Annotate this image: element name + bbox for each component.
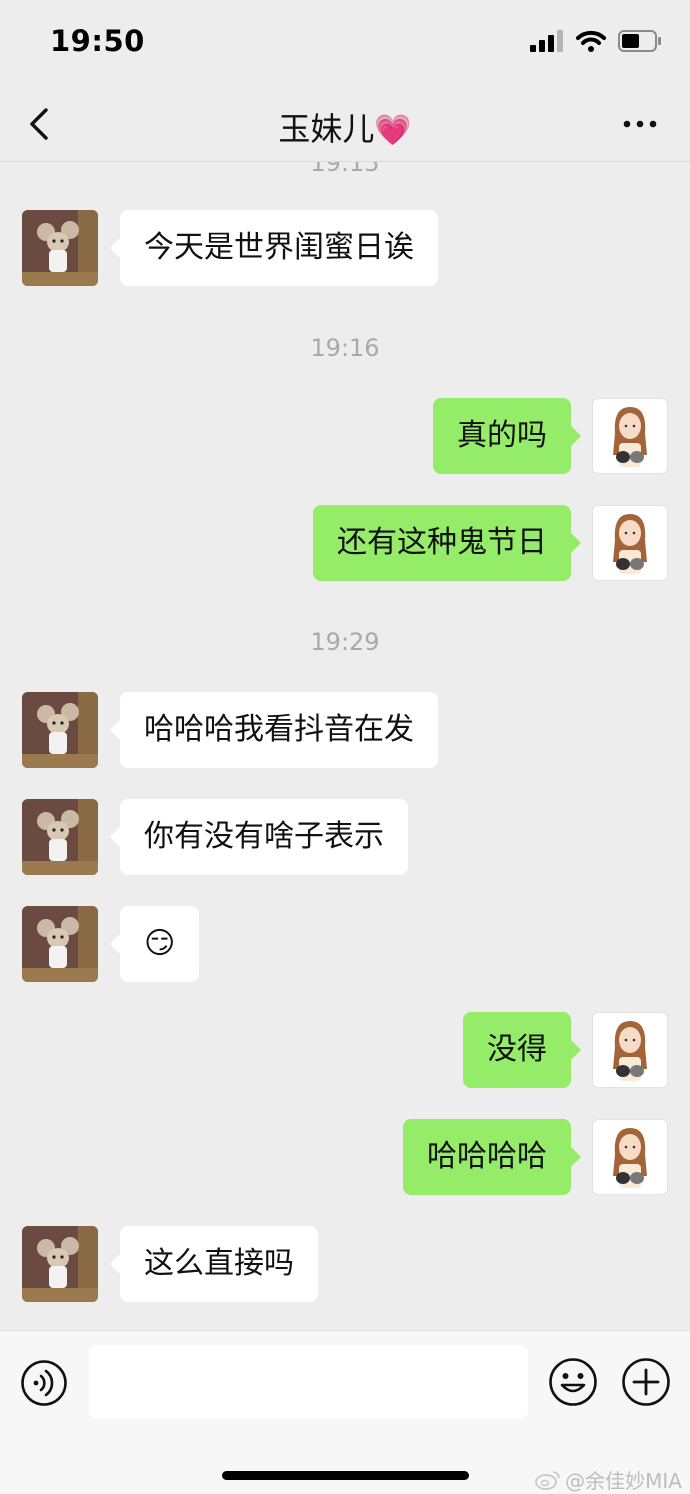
status-time: 19:50 xyxy=(50,24,145,58)
emoji-icon[interactable] xyxy=(548,1357,598,1407)
message-bubble-sent[interactable]: 没得 xyxy=(463,1012,581,1088)
signal-icon xyxy=(530,30,563,52)
mouse-avatar-icon xyxy=(22,1226,98,1302)
message-bubble-received[interactable]: 这么直接吗 xyxy=(110,1226,318,1302)
home-indicator[interactable] xyxy=(222,1471,469,1480)
message-bubble-sent[interactable]: 真的吗 xyxy=(433,398,581,474)
contact-avatar[interactable] xyxy=(22,692,98,768)
mouse-avatar-icon xyxy=(22,906,98,982)
girl-avatar-icon xyxy=(613,407,647,467)
mouse-avatar-icon xyxy=(22,692,98,768)
message-bubble-received[interactable]: 哈哈哈我看抖音在发 xyxy=(110,692,438,768)
message-bubble-sent[interactable]: 哈哈哈哈 xyxy=(403,1119,581,1195)
plus-icon[interactable] xyxy=(621,1357,671,1407)
heart-emoji: 💗 xyxy=(374,113,412,148)
contact-avatar[interactable] xyxy=(22,1226,98,1302)
my-avatar[interactable] xyxy=(592,398,668,474)
voice-input-icon[interactable] xyxy=(20,1359,68,1407)
my-avatar[interactable] xyxy=(592,505,668,581)
battery-icon xyxy=(618,30,661,52)
status-bar: 19:50 xyxy=(0,0,690,86)
weibo-logo-icon xyxy=(535,1470,560,1490)
girl-avatar-icon xyxy=(613,1021,647,1081)
contact-name: 玉妹儿 xyxy=(278,110,375,148)
input-bar: @余佳妙MIA xyxy=(0,1330,690,1494)
contact-avatar[interactable] xyxy=(22,799,98,875)
contact-avatar[interactable] xyxy=(22,210,98,286)
watermark: @余佳妙MIA xyxy=(535,1465,682,1494)
message-bubble-sent[interactable]: 还有这种鬼节日 xyxy=(313,505,581,581)
girl-avatar-icon xyxy=(613,514,647,574)
timestamp: 19:16 xyxy=(310,334,380,362)
my-avatar[interactable] xyxy=(592,1119,668,1195)
chat-title: 玉妹儿💗 xyxy=(0,104,690,150)
contact-avatar[interactable] xyxy=(22,906,98,982)
message-bubble-received[interactable]: 😏 xyxy=(109,906,200,982)
watermark-text: @余佳妙MIA xyxy=(565,1469,682,1493)
chat-messages[interactable]: 19:15 今天是世界闺蜜日诶 19:16 真的吗 还有这种鬼节日 19:29 … xyxy=(0,162,690,1330)
status-icons xyxy=(530,30,662,52)
timestamp: 19:15 xyxy=(310,162,380,177)
girl-avatar-icon xyxy=(613,1128,647,1188)
message-bubble-received[interactable]: 今天是世界闺蜜日诶 xyxy=(110,210,438,286)
message-input[interactable] xyxy=(89,1345,528,1419)
message-bubble-received[interactable]: 你有没有啥子表示 xyxy=(110,799,408,875)
wifi-icon xyxy=(576,30,606,52)
chat-header: 玉妹儿💗 xyxy=(0,86,690,162)
mouse-avatar-icon xyxy=(22,799,98,875)
my-avatar[interactable] xyxy=(592,1012,668,1088)
more-options-icon[interactable] xyxy=(622,106,658,142)
timestamp: 19:29 xyxy=(310,628,380,656)
mouse-avatar-icon xyxy=(22,210,98,286)
